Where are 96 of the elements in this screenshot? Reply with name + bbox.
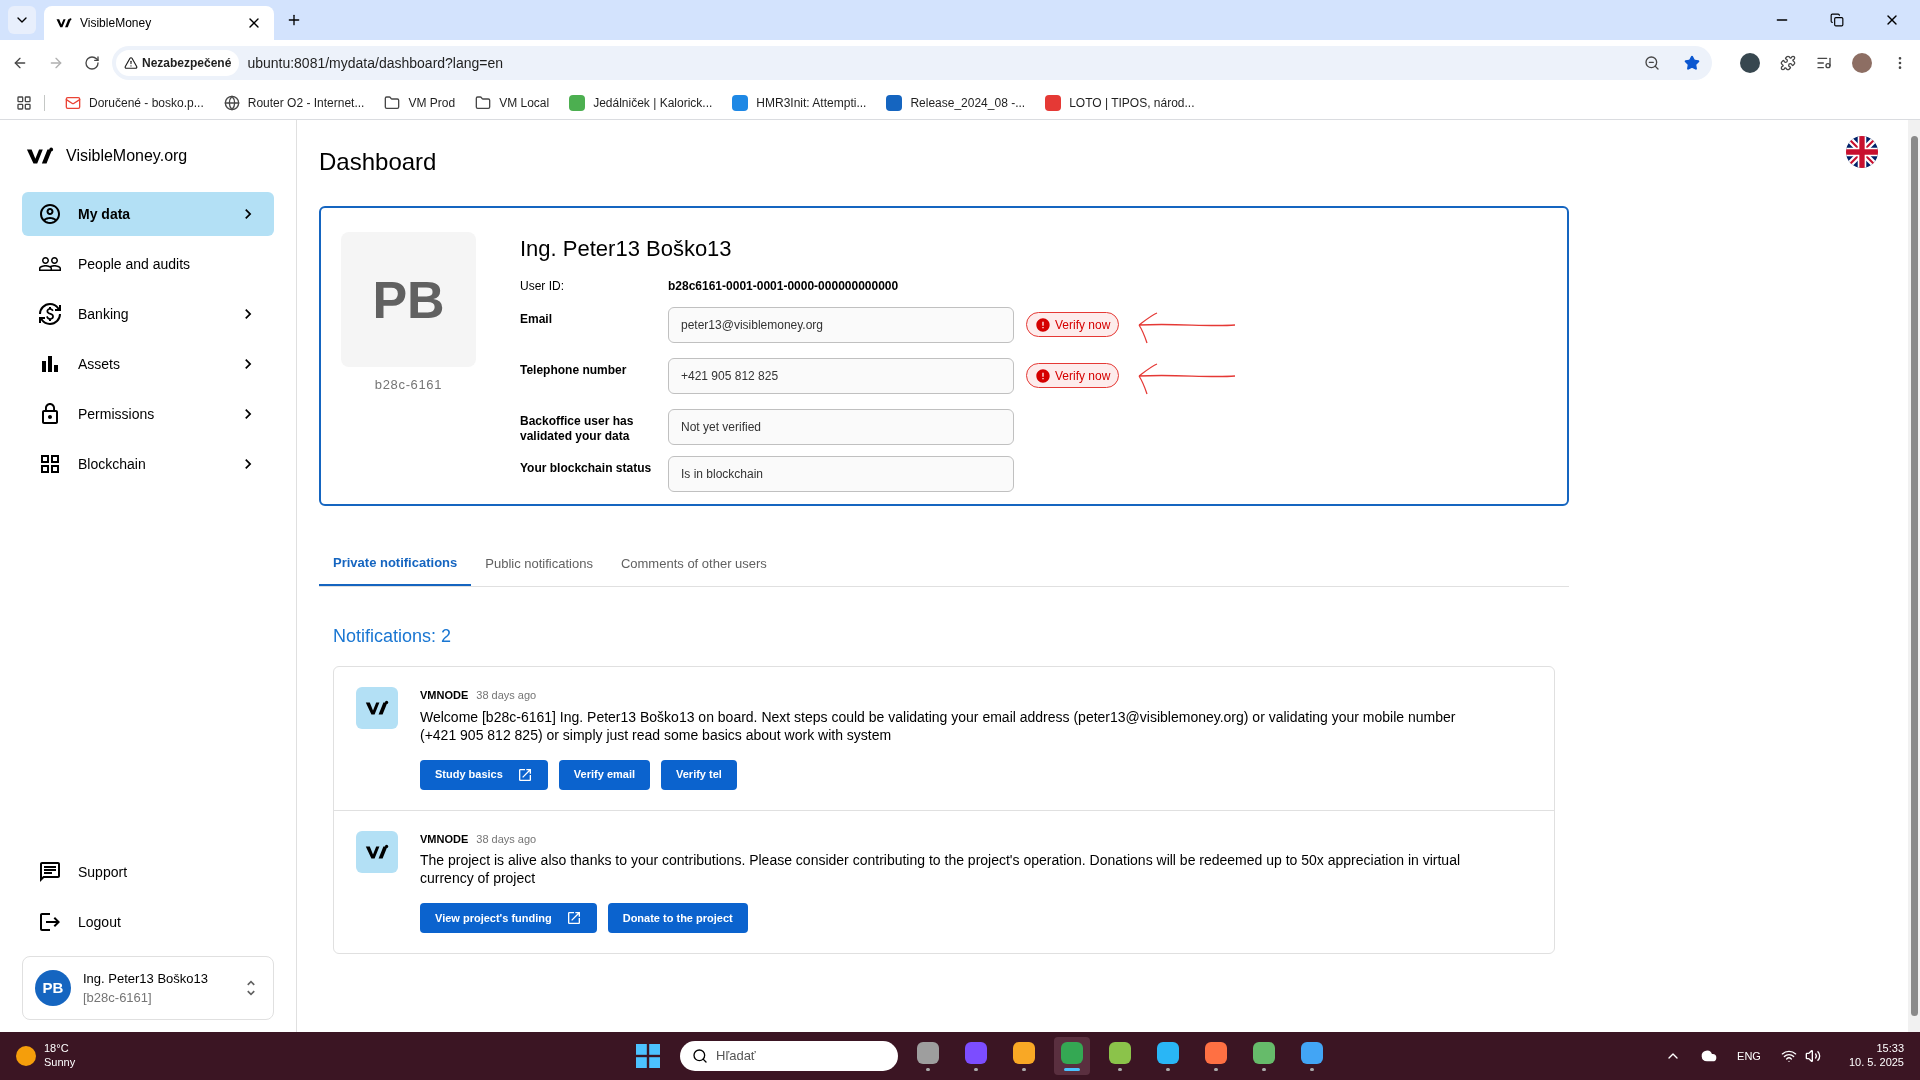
action-button[interactable]: Verify tel [661, 759, 737, 790]
clock-date[interactable]: 10. 5. 2025 [1848, 1056, 1904, 1070]
nav-item[interactable]: Banking [22, 292, 274, 336]
field-label: Backoffice user has validated your data [520, 413, 635, 444]
short-id: b28c-6161 [374, 376, 443, 394]
nav-item[interactable]: Permissions [22, 392, 274, 436]
logo-icon [365, 843, 389, 860]
bookmark-link[interactable]: Doručené - bosko.p... [89, 93, 204, 112]
external-link-icon [565, 910, 582, 926]
action-button[interactable]: View project's funding [420, 903, 597, 933]
account-icon [38, 202, 62, 226]
user-name: Ing. Peter13 Boško13 [83, 969, 210, 988]
timestamp: 38 days ago [476, 831, 537, 847]
logo-icon [26, 146, 54, 166]
timestamp: 38 days ago [476, 688, 537, 703]
bookmark-link[interactable]: Release_2024_08 -... [910, 93, 1026, 112]
tab-list-button[interactable] [8, 6, 36, 34]
grid-icon [38, 452, 62, 476]
notifications-title: Notifications: 2 [333, 625, 453, 648]
notification-message: The project is alive also thanks to your contributions. Please consider contributing to the project's operation. Donations will be redeemed up to 50x appreciation in virtual currency of project [420, 851, 1462, 887]
media-icon[interactable] [1816, 55, 1832, 71]
chat-icon [38, 860, 62, 884]
bookmark-link[interactable]: Jedálniček | Kalorick... [593, 93, 713, 112]
field-label: User ID: [520, 278, 565, 295]
clock-time[interactable]: 15:33 [1876, 1042, 1904, 1056]
notification-message: Welcome [b28c-6161] Ing. Peter13 Boško13 on board. Next steps could be validating your email address (peter13@visiblemoney.org) or validating your mobile number (+421 905 812 825) or simply just read some basics about work with system [420, 707, 1457, 744]
input-field[interactable]: Is in blockchain [668, 456, 1014, 492]
error-icon [1035, 367, 1051, 384]
bookmark-link[interactable]: VM Prod [408, 93, 456, 112]
input-field[interactable]: peter13@visiblemoney.org [668, 307, 1014, 343]
weather-condition: Sunny [44, 1056, 76, 1070]
input-field[interactable]: Not yet verified [668, 409, 1014, 445]
taskbar-app-icon[interactable] [1054, 1037, 1090, 1075]
logout-icon [38, 910, 62, 934]
profile-name: Ing. Peter13 Boško13 [520, 235, 733, 263]
verify-button[interactable]: Verify now [1026, 363, 1120, 388]
nav-item[interactable]: My data [22, 192, 274, 236]
browser-tab[interactable]: VisibleMoney [44, 6, 274, 40]
action-button[interactable]: Donate to the project [607, 903, 748, 933]
search-icon [692, 1048, 708, 1064]
logo-icon [365, 700, 389, 716]
cloud-icon[interactable] [1701, 1048, 1718, 1064]
temperature: 18°C [44, 1042, 70, 1056]
page-title: Dashboard [319, 147, 438, 177]
user-id-value: b28c6161-0001-0001-0000-000000000000 [668, 278, 899, 295]
address-bar[interactable]: Nezabezpečené ubuntu:8081/mydata/dashboard?lang=en [112, 46, 1712, 80]
taskbar-search[interactable]: Hľadať [680, 1041, 898, 1071]
sender-name: VMNODE [420, 688, 469, 703]
restore-icon[interactable] [1830, 13, 1844, 27]
windows-start-icon[interactable] [636, 1044, 660, 1068]
back-icon[interactable] [12, 55, 28, 71]
zoom-icon[interactable] [1644, 55, 1660, 71]
apps-icon[interactable] [16, 94, 32, 111]
language-indicator[interactable]: ENG [1737, 1047, 1761, 1065]
bookmark-link[interactable]: VM Local [499, 93, 550, 112]
user-id: [b28c-6161] [83, 989, 153, 1007]
bookmark-link[interactable]: LOTO | TIPOS, národ... [1069, 93, 1195, 112]
tab[interactable]: Private notifications [319, 542, 472, 586]
puzzle-icon[interactable] [1780, 55, 1796, 71]
external-link-icon [516, 766, 533, 783]
field-label: Your blockchain status [520, 460, 653, 476]
sender-name: VMNODE [420, 831, 469, 847]
url-text: ubuntu:8081/mydata/dashboard?lang=en [247, 53, 505, 73]
uk-flag-icon [1846, 136, 1878, 168]
nav-item[interactable]: People and audits [22, 242, 274, 286]
scrollbar[interactable] [1908, 120, 1920, 1032]
verify-button[interactable]: Verify now [1026, 312, 1120, 337]
security-chip[interactable]: Nezabezpečené [116, 50, 240, 76]
tab[interactable]: Comments of other users [606, 542, 781, 586]
extension-icon[interactable] [1740, 53, 1760, 73]
reload-icon[interactable] [84, 55, 100, 71]
nav-item[interactable]: Logout [22, 900, 274, 944]
nav-item[interactable]: Assets [22, 342, 274, 386]
tab-title: VisibleMoney [80, 15, 153, 32]
input-field[interactable]: +421 905 812 825 [668, 358, 1014, 394]
volume-icon[interactable] [1804, 1048, 1821, 1064]
bookmark-link[interactable]: HMR3Init: Attempti... [756, 93, 867, 112]
field-label: Telephone number [520, 362, 628, 378]
action-button[interactable]: Study basics [420, 759, 548, 790]
wifi-icon[interactable] [1780, 1048, 1797, 1064]
star-icon[interactable] [1684, 55, 1700, 71]
warning-icon [124, 56, 138, 70]
user-card[interactable]: PB Ing. Peter13 Boško13 [b28c-6161] [22, 956, 274, 1020]
sun-icon [16, 1046, 36, 1066]
nav-item[interactable]: Blockchain [22, 442, 274, 486]
initials-avatar: PB [341, 232, 476, 367]
new-tab-icon[interactable] [286, 12, 302, 28]
field-label: Email [520, 311, 553, 327]
bookmark-link[interactable]: Router O2 - Internet... [247, 93, 365, 112]
action-button[interactable]: Verify email [558, 759, 650, 790]
currency-exchange-icon [38, 302, 62, 326]
tab[interactable]: Public notifications [471, 542, 607, 586]
nav-item[interactable]: Support [22, 850, 274, 894]
error-icon [1035, 316, 1051, 333]
user-avatar: PB [35, 970, 71, 1006]
brand-name: VisibleMoney.org [66, 146, 188, 166]
